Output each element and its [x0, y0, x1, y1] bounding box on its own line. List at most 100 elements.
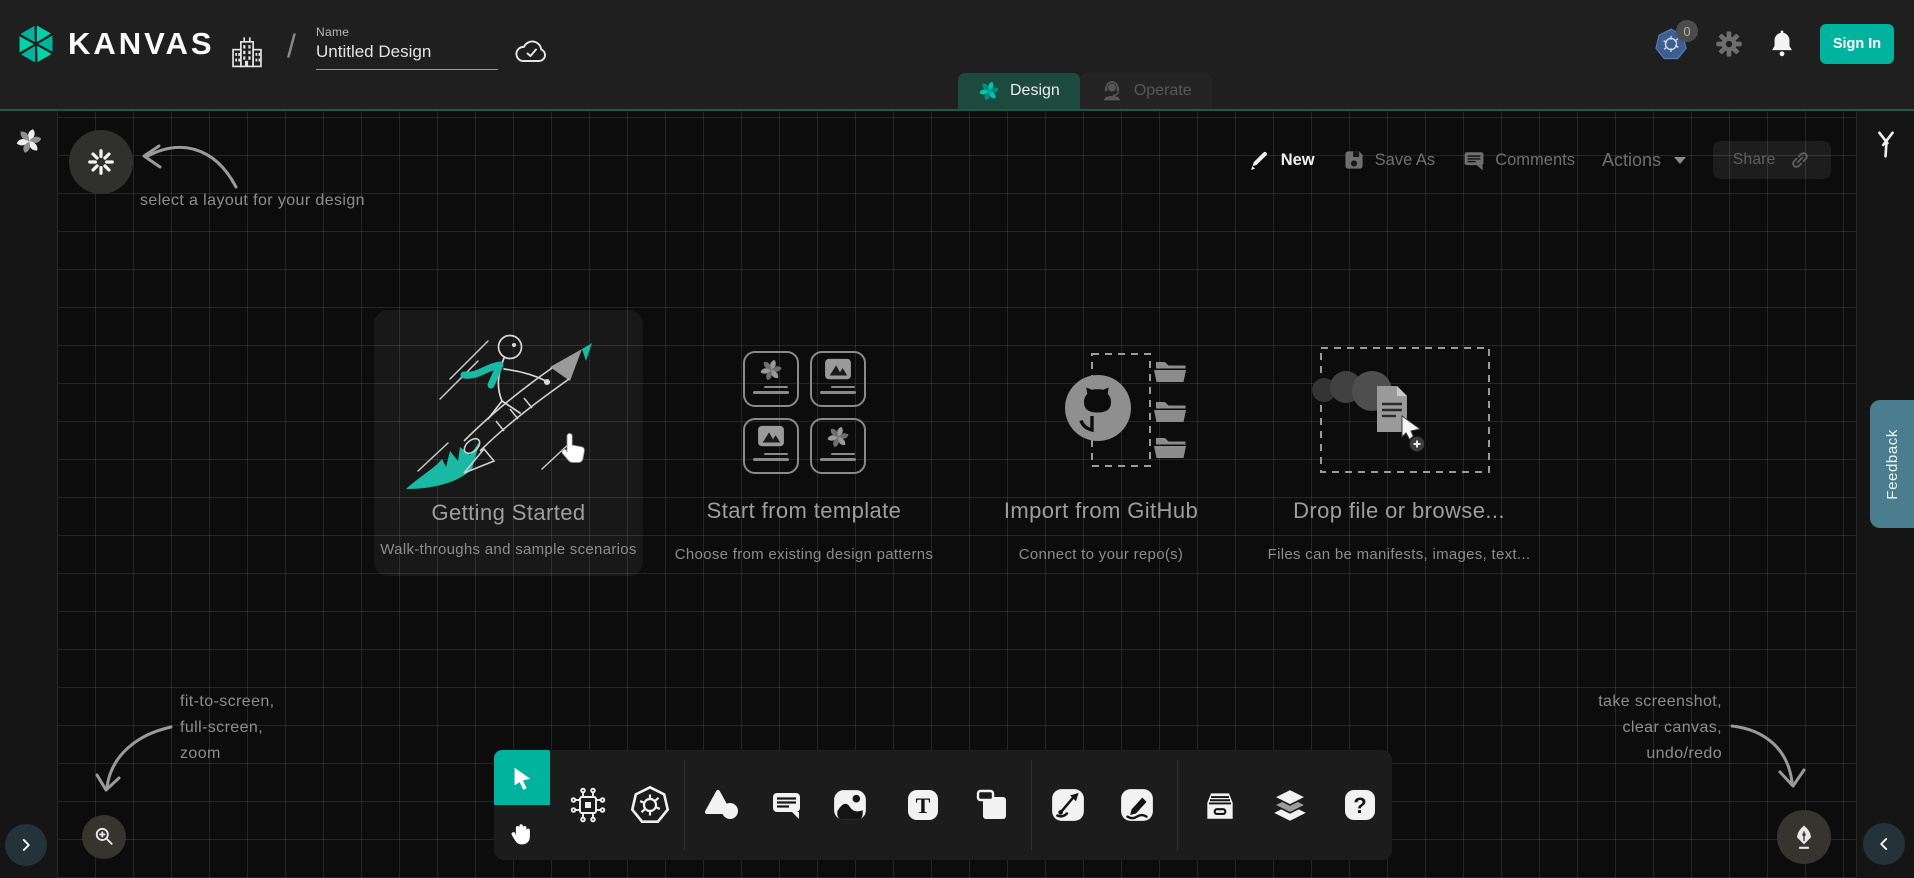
loading-spiral-icon [15, 127, 43, 155]
actions-dropdown[interactable]: Actions [1602, 150, 1686, 171]
comments-label: Comments [1495, 151, 1575, 170]
card-drop-file[interactable]: Drop file or browse... Files can be mani… [1264, 342, 1534, 563]
help-tool-button[interactable]: ? [1337, 782, 1383, 828]
operate-headset-icon [1100, 79, 1124, 103]
save-status [513, 36, 551, 68]
share-label: Share [1733, 151, 1776, 169]
save-as-button[interactable]: Save As [1342, 148, 1436, 172]
card-import-from-github[interactable]: Import from GitHub Connect to your repo(… [966, 342, 1236, 563]
drawer-icon [1201, 788, 1239, 822]
text-tool-glyph: T [916, 793, 931, 818]
text-icon: T [906, 788, 940, 822]
help-glyph: ? [1353, 793, 1366, 818]
image-tool-button[interactable] [827, 782, 873, 828]
template-thumb [810, 418, 866, 474]
breadcrumb-separator: / [287, 28, 296, 65]
component-tool-button[interactable] [565, 782, 611, 828]
tab-design-label: Design [1010, 82, 1060, 100]
context-count-badge: 0 [1676, 20, 1698, 42]
hint-line: zoom [180, 741, 275, 767]
zoom-button[interactable] [82, 815, 126, 859]
template-thumb [810, 351, 866, 407]
expand-left-panel-button[interactable] [5, 824, 47, 866]
sign-in-button[interactable]: Sign In [1820, 24, 1894, 64]
toolbar-divider [684, 760, 685, 850]
chevron-left-icon [1875, 835, 1893, 853]
design-canvas[interactable]: New Save As [0, 109, 1914, 878]
name-label: Name [316, 25, 498, 39]
template-thumb [743, 351, 799, 407]
pen-path-icon [1050, 787, 1086, 823]
select-tool-button[interactable] [494, 750, 550, 805]
layers-tool-button[interactable] [1267, 782, 1313, 828]
github-octocat-icon [1065, 375, 1131, 441]
dropzone-visual [1264, 342, 1534, 482]
hint-line: full-screen, [180, 715, 275, 741]
kubernetes-tool-button[interactable] [627, 782, 673, 828]
note-tool-button[interactable] [969, 782, 1015, 828]
actions-label: Actions [1602, 150, 1661, 171]
image-icon [824, 358, 852, 382]
feedback-tab[interactable]: Feedback [1870, 400, 1914, 528]
kanvas-logo[interactable]: KANVAS [14, 22, 215, 66]
building-icon [228, 34, 266, 72]
layout-selector-button[interactable] [69, 130, 133, 194]
drawer-tool-button[interactable] [1197, 782, 1243, 828]
kubernetes-context-button[interactable]: 0 [1654, 27, 1690, 61]
pen-tool-button[interactable] [1045, 782, 1091, 828]
layers-icon [1271, 787, 1309, 823]
card-subtitle: Walk-throughs and sample scenarios [374, 541, 643, 558]
expand-right-panel-button[interactable] [1863, 823, 1905, 865]
feedback-label: Feedback [1884, 429, 1901, 500]
tab-operate[interactable]: Operate [1080, 73, 1212, 109]
card-getting-started[interactable]: Getting Started Walk-throughs and sample… [374, 310, 643, 576]
image-media-icon [832, 788, 868, 822]
hint-line: undo/redo [1598, 741, 1722, 767]
folder-icons [1154, 362, 1186, 458]
pencil-new-icon [1250, 149, 1272, 171]
comment-tool-button[interactable] [764, 782, 810, 828]
organization-button[interactable] [228, 34, 266, 72]
rocket-illustration [392, 321, 626, 497]
text-tool-button[interactable]: T [900, 782, 946, 828]
settings-button[interactable] [1714, 29, 1744, 59]
hint-line: take screenshot, [1598, 689, 1722, 715]
hand-cursor-icon [556, 428, 590, 468]
spiral-icon [759, 358, 783, 382]
screenshot-hint-arrow [1726, 714, 1810, 802]
header: KANVAS / Name [0, 0, 1914, 109]
magnifier-plus-icon [92, 825, 116, 849]
chevron-right-icon [17, 836, 35, 854]
github-import-illustration [996, 346, 1206, 478]
hint-line: clear canvas, [1598, 715, 1722, 741]
new-button[interactable]: New [1250, 149, 1315, 171]
tab-operate-label: Operate [1134, 82, 1192, 100]
template-thumb [743, 418, 799, 474]
screenshot-button[interactable] [1777, 810, 1831, 864]
comment-icon [1462, 148, 1486, 172]
select-cursor-icon [509, 765, 535, 791]
screenshot-hint-text: take screenshot, clear canvas, undo/redo [1598, 689, 1722, 767]
new-label: New [1281, 151, 1315, 170]
card-start-from-template[interactable]: Start from template Choose from existing… [669, 342, 939, 563]
note-icon [975, 788, 1009, 822]
getting-started-visual [374, 320, 643, 498]
notifications-button[interactable] [1768, 29, 1796, 59]
kanvas-hexagon-icon [14, 22, 58, 66]
shapes-tool-button[interactable] [699, 782, 745, 828]
card-title: Import from GitHub [966, 498, 1236, 524]
kubernetes-helm-icon [629, 784, 671, 826]
tab-design[interactable]: Design [958, 73, 1080, 109]
layout-hint-text: select a layout for your design [140, 188, 365, 214]
comments-button[interactable]: Comments [1462, 148, 1575, 172]
save-as-label: Save As [1375, 151, 1436, 170]
card-subtitle: Choose from existing design patterns [669, 546, 939, 563]
share-button[interactable]: Share [1713, 141, 1831, 179]
pan-tool-button[interactable] [494, 805, 550, 860]
card-subtitle: Files can be manifests, images, text... [1264, 546, 1534, 563]
sketch-tool-button[interactable] [1114, 782, 1160, 828]
design-name-input[interactable] [316, 42, 498, 70]
card-title: Start from template [669, 498, 939, 524]
mode-tabs: Design Operate [958, 73, 1212, 109]
hint-line: fit-to-screen, [180, 689, 275, 715]
